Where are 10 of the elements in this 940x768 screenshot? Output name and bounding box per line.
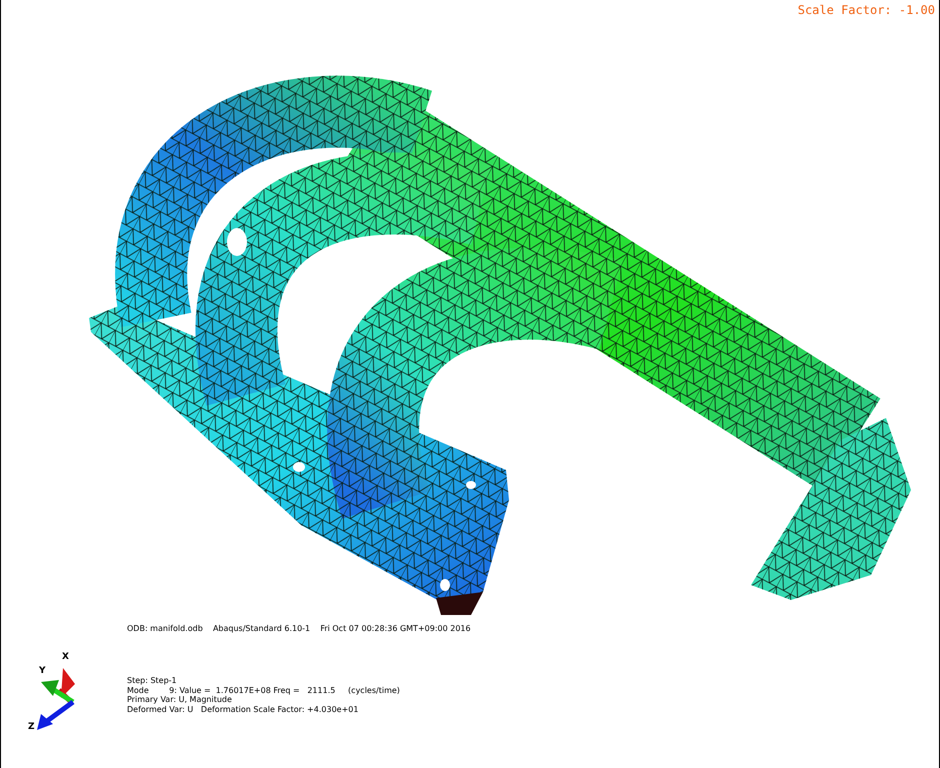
step-info-line: Deformed Var: U Deformation Scale Factor: +4.030e+01 bbox=[127, 704, 360, 714]
odb-info-line: ODB: manifold.odb Abaqus/Standard 6.10-1 Fri Oct 07 00:28:36 GMT+09:00 2016 bbox=[127, 624, 471, 633]
step-info-line: Step: Step-1 bbox=[127, 676, 178, 686]
step-info-line: Primary Var: U, Magnitude bbox=[127, 695, 233, 704]
x-axis-label: X bbox=[62, 652, 69, 662]
step-info-line: Mode 9: Value = 1.76017E+08 Freq = 2111.5 (cycles/time) bbox=[127, 686, 400, 695]
scale-factor-label: Scale Factor: -1.00 bbox=[798, 3, 935, 17]
y-axis-label: Y bbox=[39, 666, 46, 676]
axis-triad-drawing bbox=[37, 668, 75, 730]
z-axis-label: Z bbox=[28, 722, 35, 732]
